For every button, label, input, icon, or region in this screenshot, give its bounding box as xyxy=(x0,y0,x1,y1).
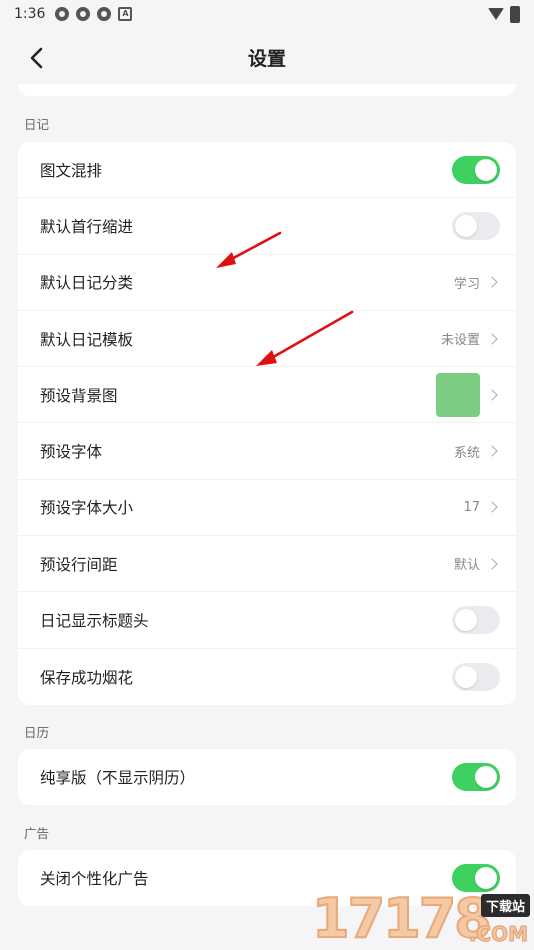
chevron-right-icon xyxy=(486,389,498,401)
setting-label: 预设字体大小 xyxy=(40,499,134,518)
setting-label: 默认日记分类 xyxy=(40,274,134,293)
wifi-icon xyxy=(488,8,504,20)
setting-row-background-image[interactable]: 预设背景图 xyxy=(18,367,516,424)
section-label-diary: 日记 xyxy=(24,117,50,132)
setting-row-line-spacing[interactable]: 预设行间距 默认 xyxy=(18,536,516,593)
setting-label: 图文混排 xyxy=(40,161,103,180)
chevron-right-icon xyxy=(486,332,498,345)
background-image-thumbnail xyxy=(436,372,480,417)
app-header: 设置 xyxy=(0,30,534,84)
setting-value: 未设置 xyxy=(440,333,480,349)
title-header-toggle[interactable] xyxy=(452,606,500,635)
setting-row-mixed-layout[interactable]: 图文混排 xyxy=(18,142,516,199)
pure-mode-toggle[interactable] xyxy=(452,763,500,792)
notification-icon xyxy=(97,7,112,21)
mixed-layout-toggle[interactable] xyxy=(452,155,500,184)
setting-label: 保存成功烟花 xyxy=(40,668,134,687)
setting-row-show-title-header[interactable]: 日记显示标题头 xyxy=(18,592,516,649)
setting-value: 系统 xyxy=(453,445,480,461)
setting-row-pure-mode[interactable]: 纯享版（不显示阴历） xyxy=(18,749,516,805)
watermark-digits: 17178 xyxy=(311,887,493,950)
setting-row-default-category[interactable]: 默认日记分类 学习 xyxy=(18,255,516,311)
setting-value: 学习 xyxy=(453,276,480,292)
notification-icon xyxy=(76,7,91,21)
status-time: 1:36 xyxy=(14,6,46,22)
setting-row-default-template[interactable]: 默认日记模板 未设置 xyxy=(18,311,516,368)
section-label-ads: 广告 xyxy=(24,826,50,841)
setting-row-save-fireworks[interactable]: 保存成功烟花 xyxy=(18,649,516,705)
setting-value: 17 xyxy=(463,499,480,515)
setting-label: 预设字体 xyxy=(40,443,103,462)
status-bar: 1:36 A xyxy=(0,0,534,28)
watermark-logo: 17178 下载站 .COM xyxy=(308,888,534,950)
chevron-right-icon xyxy=(486,276,498,288)
setting-label: 纯享版（不显示阴历） xyxy=(40,769,196,788)
back-button[interactable] xyxy=(24,44,52,72)
a-letter-icon: A xyxy=(118,7,133,21)
calendar-settings-card: 纯享版（不显示阴历） xyxy=(18,749,516,806)
diary-settings-card: 图文混排 默认首行缩进 默认日记分类 学习 默认日记模板 未设置 预设背景图 预… xyxy=(18,142,516,705)
setting-label: 预设行间距 xyxy=(40,555,118,574)
chevron-right-icon xyxy=(486,558,498,570)
setting-label: 关闭个性化广告 xyxy=(40,870,149,889)
notification-icon xyxy=(55,7,70,21)
setting-value: 默认 xyxy=(453,558,480,574)
setting-row-font-size[interactable]: 预设字体大小 17 xyxy=(18,480,516,537)
setting-row-indent[interactable]: 默认首行缩进 xyxy=(18,198,516,255)
section-label-calendar: 日历 xyxy=(24,725,50,740)
watermark-tag: 下载站 xyxy=(480,894,530,917)
chevron-right-icon xyxy=(486,445,498,457)
setting-row-font[interactable]: 预设字体 系统 xyxy=(18,423,516,480)
page-title: 设置 xyxy=(247,47,286,70)
setting-label: 预设背景图 xyxy=(40,386,118,405)
setting-label: 默认日记模板 xyxy=(40,330,134,349)
battery-icon xyxy=(510,5,520,23)
chevron-left-icon xyxy=(30,47,43,69)
setting-label: 日记显示标题头 xyxy=(40,612,149,631)
previous-card-bottom xyxy=(18,84,516,96)
watermark-suffix: .COM xyxy=(468,922,528,947)
chevron-right-icon xyxy=(486,501,498,514)
setting-label: 默认首行缩进 xyxy=(40,217,134,236)
fireworks-toggle[interactable] xyxy=(452,662,500,691)
indent-toggle[interactable] xyxy=(452,211,500,240)
